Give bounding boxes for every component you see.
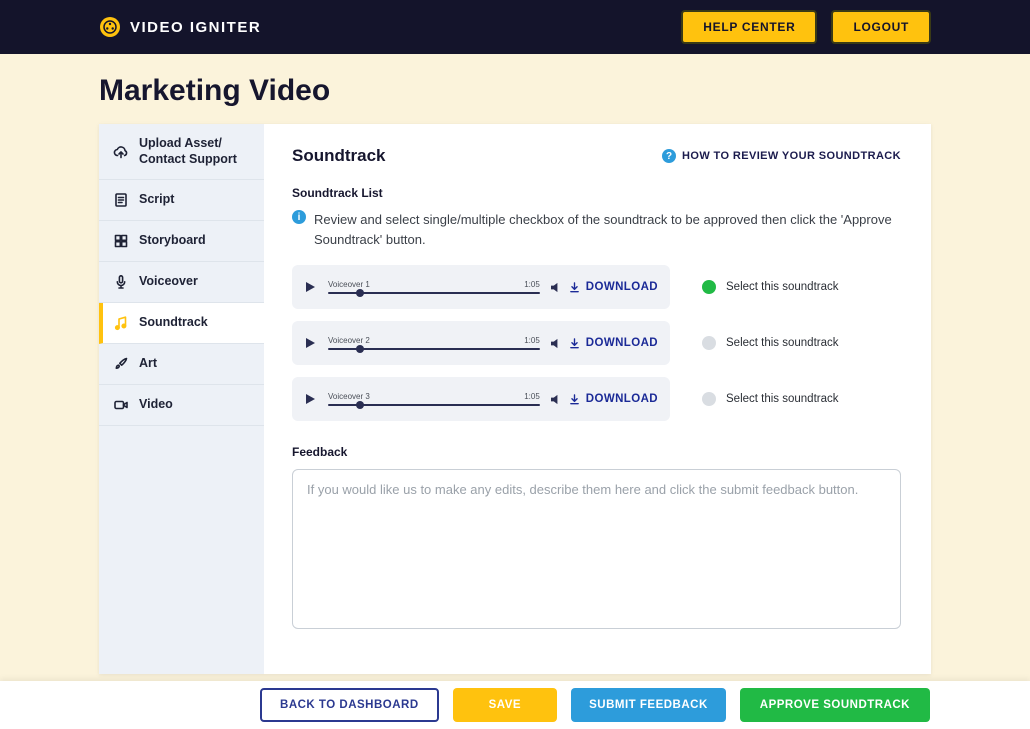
approve-soundtrack-button[interactable]: APPROVE SOUNDTRACK (740, 688, 930, 722)
logout-button[interactable]: LOGOUT (831, 10, 931, 44)
volume-icon[interactable] (550, 282, 563, 293)
upload-cloud-icon (113, 144, 129, 160)
play-icon[interactable] (304, 280, 318, 294)
how-to-review-label: HOW TO REVIEW YOUR SOUNDTRACK (682, 150, 901, 162)
seek-thumb[interactable] (356, 401, 364, 409)
download-icon (569, 394, 580, 405)
download-link[interactable]: DOWNLOAD (569, 281, 658, 293)
soundtrack-panel: Soundtrack ? HOW TO REVIEW YOUR SOUNDTRA… (264, 124, 931, 674)
audio-player-1: Voiceover 1 1:05 DOWNLOAD (292, 265, 670, 309)
play-icon[interactable] (304, 336, 318, 350)
project-card: Upload Asset/ Contact Support Script Sto… (99, 124, 931, 674)
videoigniter-logo-icon (99, 16, 121, 38)
select-soundtrack-radio[interactable] (702, 392, 716, 406)
page-title: Marketing Video (99, 74, 1030, 108)
help-center-button[interactable]: HELP CENTER (681, 10, 817, 44)
script-icon (113, 192, 129, 208)
seek-bar[interactable] (328, 292, 540, 294)
sidebar-item-label: Video (139, 397, 173, 413)
sidebar-item-storyboard[interactable]: Storyboard (99, 221, 264, 262)
audio-player-3: Voiceover 3 1:05 DOWNLOAD (292, 377, 670, 421)
sidebar-item-label: Soundtrack (139, 315, 208, 331)
track-time: 1:05 (524, 392, 540, 401)
select-soundtrack-radio[interactable] (702, 280, 716, 294)
sidebar-item-label: Script (139, 192, 174, 208)
track-area: Voiceover 3 1:05 (328, 392, 540, 406)
track-time: 1:05 (524, 280, 540, 289)
feedback-textarea[interactable] (292, 469, 901, 629)
feedback-heading: Feedback (292, 445, 901, 459)
voiceover-mic-icon (113, 274, 129, 290)
step-sidebar: Upload Asset/ Contact Support Script Sto… (99, 124, 264, 674)
sidebar-item-upload-asset[interactable]: Upload Asset/ Contact Support (99, 124, 264, 180)
submit-feedback-button[interactable]: SUBMIT FEEDBACK (571, 688, 726, 722)
select-soundtrack-radio[interactable] (702, 336, 716, 350)
info-row: i Review and select single/multiple chec… (292, 210, 901, 249)
download-link[interactable]: DOWNLOAD (569, 337, 658, 349)
select-soundtrack-label[interactable]: Select this soundtrack (726, 337, 839, 349)
sidebar-item-label: Storyboard (139, 233, 206, 249)
track-area: Voiceover 2 1:05 (328, 336, 540, 350)
sidebar-item-label: Voiceover (139, 274, 198, 290)
back-to-dashboard-button[interactable]: BACK TO DASHBOARD (260, 688, 439, 722)
art-brush-icon (113, 356, 129, 372)
download-label: DOWNLOAD (586, 393, 658, 405)
track-label: Voiceover 2 (328, 336, 370, 345)
sidebar-item-voiceover[interactable]: Voiceover (99, 262, 264, 303)
volume-icon[interactable] (550, 394, 563, 405)
seek-bar[interactable] (328, 348, 540, 350)
videoigniter-logo[interactable]: VIDEO IGNITER (99, 16, 261, 38)
audio-player-2: Voiceover 2 1:05 DOWNLOAD (292, 321, 670, 365)
track-label: Voiceover 1 (328, 280, 370, 289)
soundtrack-row: Voiceover 1 1:05 DOWNLOAD (292, 265, 901, 309)
seek-thumb[interactable] (356, 345, 364, 353)
header-actions: HELP CENTER LOGOUT (681, 10, 931, 44)
soundtrack-music-icon (113, 315, 129, 331)
action-footer: BACK TO DASHBOARD SAVE SUBMIT FEEDBACK A… (0, 681, 1030, 729)
top-header: VIDEO IGNITER HELP CENTER LOGOUT (0, 0, 1030, 54)
volume-icon[interactable] (550, 338, 563, 349)
sidebar-item-soundtrack[interactable]: Soundtrack (99, 303, 264, 344)
soundtrack-row: Voiceover 3 1:05 DOWNLOAD (292, 377, 901, 421)
sidebar-item-video[interactable]: Video (99, 385, 264, 426)
info-circle-icon: i (292, 210, 306, 224)
track-time: 1:05 (524, 336, 540, 345)
soundtrack-list-heading: Soundtrack List (292, 186, 901, 200)
seek-thumb[interactable] (356, 289, 364, 297)
info-text: Review and select single/multiple checkb… (314, 210, 901, 249)
video-camera-icon (113, 397, 129, 413)
track-label: Voiceover 3 (328, 392, 370, 401)
download-icon (569, 338, 580, 349)
panel-title: Soundtrack (292, 146, 386, 166)
storyboard-grid-icon (113, 233, 129, 249)
question-circle-icon: ? (662, 149, 676, 163)
download-label: DOWNLOAD (586, 337, 658, 349)
sidebar-item-label: Art (139, 356, 157, 372)
play-icon[interactable] (304, 392, 318, 406)
sidebar-item-script[interactable]: Script (99, 180, 264, 221)
sidebar-item-label: Upload Asset/ Contact Support (139, 136, 250, 167)
select-soundtrack-label[interactable]: Select this soundtrack (726, 393, 839, 405)
download-link[interactable]: DOWNLOAD (569, 393, 658, 405)
how-to-review-link[interactable]: ? HOW TO REVIEW YOUR SOUNDTRACK (662, 149, 901, 163)
soundtrack-row: Voiceover 2 1:05 DOWNLOAD (292, 321, 901, 365)
seek-bar[interactable] (328, 404, 540, 406)
download-label: DOWNLOAD (586, 281, 658, 293)
download-icon (569, 282, 580, 293)
logo-text: VIDEO IGNITER (130, 19, 261, 36)
save-button[interactable]: SAVE (453, 688, 557, 722)
sidebar-item-art[interactable]: Art (99, 344, 264, 385)
track-area: Voiceover 1 1:05 (328, 280, 540, 294)
soundtrack-list: Voiceover 1 1:05 DOWNLOAD (292, 265, 901, 421)
select-soundtrack-label[interactable]: Select this soundtrack (726, 281, 839, 293)
